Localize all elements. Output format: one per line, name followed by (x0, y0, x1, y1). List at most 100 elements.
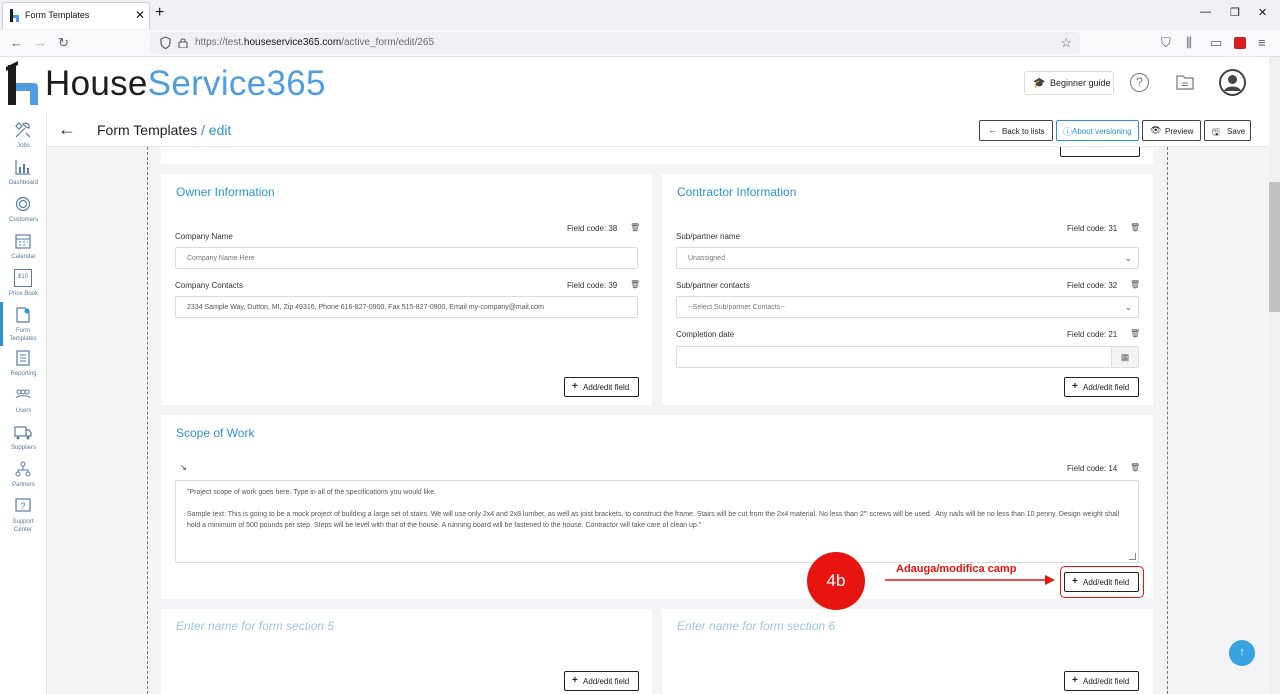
sub-partner-contacts-select[interactable]: --Select Sub/partner Contacts-- ⌄ (676, 296, 1139, 318)
info-icon: ⓘ (1063, 127, 1073, 137)
section-name-input[interactable]: Enter name for form section 5 (176, 619, 334, 633)
url-bar[interactable]: https://test.houseservice365.com/active_… (150, 32, 1080, 54)
plus-icon: + (1072, 381, 1078, 392)
form-canvas: Owner Information Field code: 38 🗑 Compa… (47, 147, 1269, 694)
field-label: Sub/partner name (676, 232, 741, 241)
sidebar-item-jobs[interactable]: Jobs (0, 119, 47, 156)
step-badge: 4b (807, 552, 865, 610)
sidebar-item-users[interactable]: Users (0, 384, 47, 421)
folder-icon[interactable] (1176, 74, 1194, 90)
sidebar-item-reporting[interactable]: Reporting (0, 347, 47, 384)
arrow-left-icon: ← (988, 125, 997, 135)
add-edit-field-button[interactable]: + Add/edit field (1064, 671, 1139, 691)
sidebar-item-customers[interactable]: Customers (0, 193, 47, 230)
minimize-icon[interactable]: — (1200, 6, 1211, 18)
section-title[interactable]: Owner Information (176, 185, 275, 199)
save-button[interactable]: 🖫 Save (1204, 120, 1251, 141)
lock-icon[interactable] (178, 37, 188, 48)
trash-icon[interactable]: 🗑 (630, 223, 640, 232)
back-to-lists-button[interactable]: ← Back to lists (979, 120, 1053, 141)
graduation-cap-icon: 🎓 (1033, 78, 1046, 89)
add-edit-field-button[interactable]: + Add/edit field (1064, 377, 1139, 397)
preview-button[interactable]: 👁 Preview (1142, 120, 1201, 141)
scroll-to-top-button[interactable]: ↑ (1229, 640, 1255, 666)
floppy-icon: 🖫 (1212, 127, 1220, 137)
form-section-5: Enter name for form section 5 + Add/edit… (161, 609, 652, 694)
back-icon[interactable]: ← (10, 35, 23, 50)
restore-icon[interactable]: ❐ (1230, 6, 1240, 19)
scrollbar-thumb[interactable] (1269, 182, 1280, 312)
extension-icon[interactable] (1234, 37, 1246, 49)
scope-of-work-textarea[interactable]: "Project scope of work goes here. Type i… (175, 480, 1139, 563)
sidebar-item-form-templates[interactable]: Form Templates (0, 302, 47, 346)
sidebar-item-support-center[interactable]: ? Support Center (0, 495, 47, 533)
dashboard-icon (15, 160, 30, 175)
sidebar-item-price-book[interactable]: $10 Price Book (0, 267, 47, 304)
sidebar-toggle-icon[interactable]: ▭ (1210, 35, 1222, 51)
scrollbar[interactable] (1269, 57, 1280, 694)
field-code: Field code: 38 (567, 224, 618, 233)
company-contacts-input[interactable]: 2334 Sample Way, Dutton, MI, Zip 49316, … (175, 296, 638, 318)
section-name-input[interactable]: Enter name for form section 6 (677, 619, 835, 633)
add-edit-field-button[interactable]: + Add/edit field (564, 671, 639, 691)
price-book-icon: $10 (14, 269, 32, 287)
sidebar-item-dashboard[interactable]: Dashboard (0, 156, 47, 193)
back-arrow-icon[interactable]: ← (58, 119, 76, 140)
eye-icon: 👁 (1150, 125, 1162, 135)
field-code: Field code: 32 (1067, 281, 1118, 290)
browser-tabbar: Form Templates ✕ + — ❐ ✕ (0, 0, 1280, 30)
library-icon[interactable]: ⫼ (1186, 35, 1192, 51)
plus-icon: + (572, 675, 578, 686)
houseservice-logo-icon[interactable] (6, 61, 40, 105)
calendar-icon (15, 234, 31, 249)
new-tab-icon[interactable]: + (155, 4, 164, 22)
company-name-input[interactable]: Company Name Here (175, 247, 638, 269)
about-versioning-button[interactable]: ⓘ About versioning (1056, 120, 1139, 141)
previous-add-edit-field-button[interactable] (1060, 147, 1140, 157)
sidebar-item-calendar[interactable]: Calendar (0, 230, 47, 267)
resize-handle[interactable] (1129, 553, 1136, 560)
trash-icon[interactable]: 🗑 (630, 280, 640, 289)
help-icon[interactable]: ? (1130, 73, 1149, 92)
tab-close-icon[interactable]: ✕ (135, 8, 145, 22)
field-code: Field code: 21 (1067, 330, 1118, 339)
forward-icon[interactable]: → (34, 35, 47, 50)
previous-section-card (161, 147, 1153, 164)
sidebar-item-partners[interactable]: Partners (0, 458, 47, 495)
reload-icon[interactable]: ↻ (58, 35, 69, 51)
browser-tab[interactable]: Form Templates ✕ (2, 2, 150, 29)
menu-icon[interactable]: ≡ (1258, 35, 1266, 50)
app-root: Form Templates ✕ + — ❐ ✕ ← → ↻ https://t… (0, 0, 1280, 694)
customers-icon (15, 196, 31, 212)
section-title[interactable]: Contractor Information (677, 185, 796, 199)
sidebar-item-suppliers[interactable]: Suppliers (0, 421, 47, 458)
user-avatar-icon[interactable] (1219, 69, 1246, 96)
completion-date-input[interactable]: ▦ (676, 346, 1139, 368)
sidebar: Jobs Dashboard Customers Calendar $10 Pr… (0, 113, 47, 694)
jobs-icon (15, 122, 31, 138)
trash-icon[interactable]: 🗑 (1130, 223, 1140, 232)
bookmark-star-icon[interactable]: ☆ (1060, 35, 1072, 51)
users-icon (15, 389, 31, 399)
calendar-icon[interactable]: ▦ (1111, 347, 1138, 367)
beginner-guide-button[interactable]: 🎓 Beginner guide (1024, 71, 1114, 95)
owner-information-section: Owner Information Field code: 38 🗑 Compa… (161, 174, 652, 405)
tab-title: Form Templates (25, 10, 90, 20)
section-title[interactable]: Scope of Work (176, 426, 254, 440)
shield-icon[interactable] (160, 36, 171, 49)
add-edit-field-button[interactable]: + Add/edit field (564, 377, 639, 397)
window-close-icon[interactable]: ✕ (1258, 6, 1267, 19)
field-code: Field code: 14 (1067, 464, 1118, 473)
trash-icon[interactable]: 🗑 (1130, 280, 1140, 289)
page-toolbar: ← Form Templates / edit ← Back to lists … (47, 113, 1269, 147)
logo-text[interactable]: HouseService365 (45, 64, 326, 104)
field-label: Company Contacts (175, 281, 244, 290)
trash-icon[interactable]: 🗑 (1130, 463, 1140, 472)
collapse-icon[interactable]: ↘ (180, 463, 187, 472)
support-center-icon: ? (15, 498, 31, 512)
pocket-icon[interactable]: ⛉ (1161, 35, 1171, 51)
field-code: Field code: 31 (1067, 224, 1118, 233)
trash-icon[interactable]: 🗑 (1130, 329, 1140, 338)
form-templates-icon (16, 307, 30, 323)
sub-partner-name-select[interactable]: Unassigned ⌄ (676, 247, 1139, 269)
